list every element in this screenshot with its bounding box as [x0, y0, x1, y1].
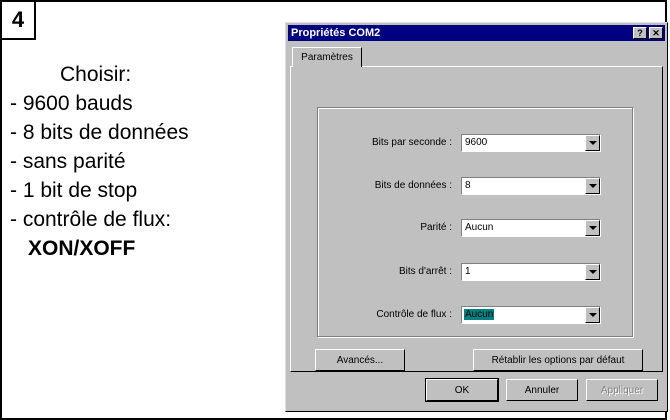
data-bits-value: 8 [465, 180, 471, 191]
bits-per-second-select[interactable]: 9600 [461, 134, 601, 152]
cancel-button[interactable]: Annuler [506, 379, 578, 401]
chevron-down-icon[interactable] [585, 135, 600, 151]
instruction-item-flow-control: - contrôle de flux: [10, 208, 172, 231]
ok-button[interactable]: OK [425, 378, 499, 402]
slide-frame: 4 Choisir: - 9600 bauds - 8 bits de donn… [0, 0, 668, 420]
restore-defaults-button[interactable]: Rétablir les options par défaut [473, 349, 643, 371]
instruction-item-baud: - 9600 bauds [10, 92, 133, 115]
apply-button[interactable]: Appliquer [586, 379, 658, 401]
row-bits-per-second: Bits par seconde : 9600 [318, 134, 632, 154]
com-properties-dialog: Propriétés COM2 ? ✕ Paramètres Bits par … [285, 22, 668, 412]
tab-parametres[interactable]: Paramètres [292, 47, 362, 67]
bits-per-second-label: Bits par seconde : [371, 137, 452, 148]
instruction-flow-value: XON/XOFF [28, 237, 136, 260]
row-parity: Parité : Aucun [318, 219, 632, 239]
row-flow-control: Contrôle de flux : Aucun [318, 306, 632, 326]
flow-control-label: Contrôle de flux : [376, 309, 452, 320]
stop-bits-value: 1 [465, 266, 471, 277]
flow-control-select[interactable]: Aucun [461, 306, 601, 324]
port-settings-group: Bits par seconde : 9600 Bits de données … [317, 107, 633, 337]
bits-per-second-value: 9600 [465, 137, 488, 148]
instruction-item-stop-bit: - 1 bit de stop [10, 179, 138, 202]
flow-control-value: Aucun [464, 309, 495, 320]
instruction-item-data-bits: - 8 bits de données [10, 121, 189, 144]
chevron-down-icon[interactable] [585, 178, 600, 194]
settings-panel: Bits par seconde : 9600 Bits de données … [290, 66, 663, 372]
parity-label: Parité : [420, 222, 452, 233]
dialog-titlebar[interactable]: Propriétés COM2 ? ✕ [288, 25, 665, 41]
stop-bits-label: Bits d'arrêt : [398, 266, 452, 277]
chevron-down-icon[interactable] [585, 220, 600, 236]
instructions-heading: Choisir: [60, 63, 132, 86]
chevron-down-icon[interactable] [585, 264, 600, 280]
row-data-bits: Bits de données : 8 [318, 177, 632, 197]
instructions-text: Choisir: - 9600 bauds - 8 bits de donnée… [10, 60, 189, 263]
advanced-button[interactable]: Avancés... [315, 349, 405, 371]
data-bits-label: Bits de données : [374, 180, 452, 191]
stop-bits-select[interactable]: 1 [461, 263, 601, 281]
step-number-badge: 4 [2, 2, 36, 40]
dialog-title: Propriétés COM2 [291, 27, 381, 39]
instruction-item-parity: - sans parité [10, 150, 126, 173]
help-button[interactable]: ? [633, 27, 647, 39]
close-button[interactable]: ✕ [649, 27, 663, 39]
row-stop-bits: Bits d'arrêt : 1 [318, 263, 632, 283]
parity-select[interactable]: Aucun [461, 219, 601, 237]
data-bits-select[interactable]: 8 [461, 177, 601, 195]
parity-value: Aucun [465, 222, 494, 233]
chevron-down-icon[interactable] [585, 307, 600, 323]
